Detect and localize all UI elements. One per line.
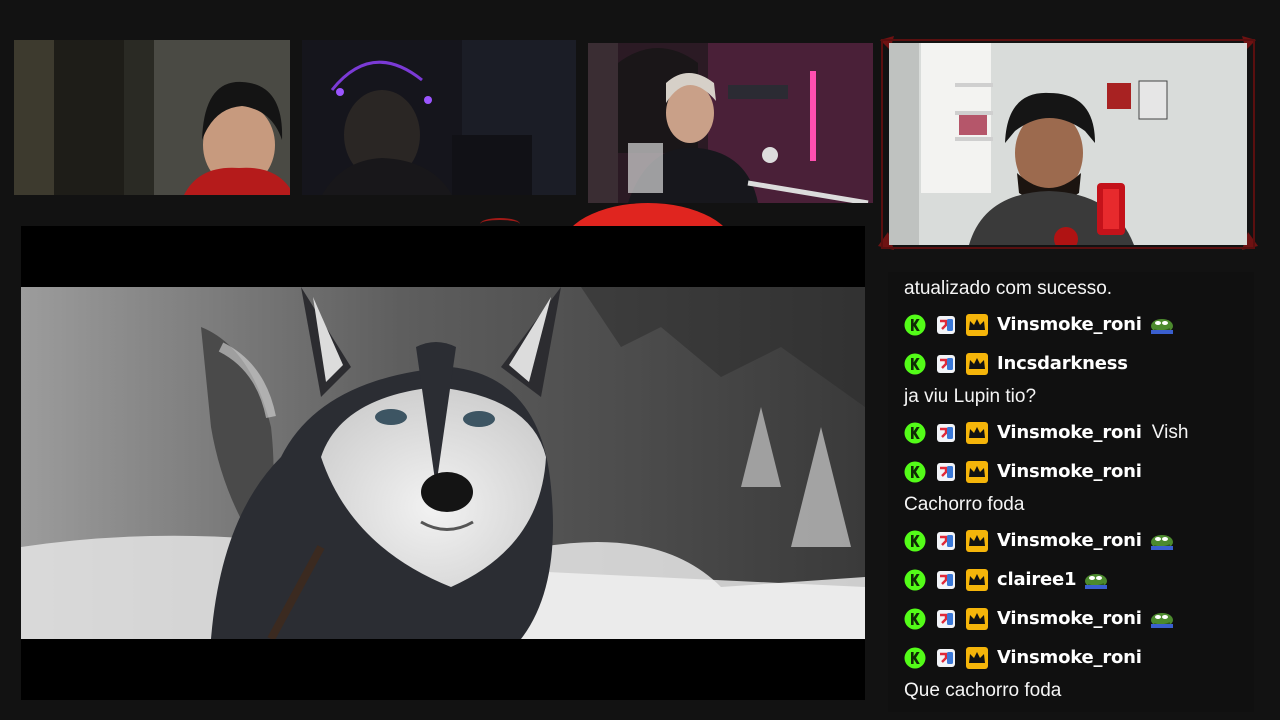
crown-badge-icon [966, 422, 988, 444]
kick-badge-icon [904, 608, 926, 630]
kick-badge-icon [904, 647, 926, 669]
chat-message-row: Vinsmoke_roni [904, 608, 1174, 630]
chat-username[interactable]: clairee1 [997, 569, 1077, 591]
kick-badge-icon [904, 461, 926, 483]
clip-badge-icon [935, 530, 957, 552]
clip-badge-icon [935, 353, 957, 375]
chat-message-text: atualizado com sucesso. [904, 278, 1113, 299]
kick-badge-icon [904, 530, 926, 552]
chat-message-row: Vinsmoke_roni [904, 461, 1142, 483]
chat-username[interactable]: Vinsmoke_roni [997, 647, 1142, 669]
pepe-emote-icon [1150, 610, 1174, 628]
pepe-emote-icon [1150, 316, 1174, 334]
webcam-feed-2 [302, 40, 576, 195]
crown-badge-icon [966, 353, 988, 375]
kick-badge-icon [904, 314, 926, 336]
clip-badge-icon [935, 569, 957, 591]
chat-message-text: Que cachorro foda [904, 680, 1062, 701]
pepe-emote-icon [1084, 571, 1108, 589]
chat-message-text: ja viu Lupin tio? [904, 386, 1037, 407]
webcam-feed-3 [588, 43, 873, 203]
chat-message-row: Vinsmoke_roni [904, 647, 1142, 669]
chat-message-row: Vinsmoke_roni [904, 314, 1174, 336]
crown-badge-icon [966, 647, 988, 669]
crown-badge-icon [966, 530, 988, 552]
clip-badge-icon [935, 422, 957, 444]
chat-panel[interactable]: atualizado com sucesso. Vinsmoke_roni In… [888, 272, 1254, 712]
chat-username[interactable]: Vinsmoke_roni [997, 461, 1142, 483]
kick-badge-icon [904, 422, 926, 444]
chat-message-row: Incsdarkness [904, 353, 1128, 375]
webcam-feed-1 [14, 40, 290, 195]
crown-badge-icon [966, 608, 988, 630]
video-player[interactable] [21, 226, 865, 700]
chat-username[interactable]: Vinsmoke_roni [997, 608, 1142, 630]
kick-badge-icon [904, 353, 926, 375]
clip-badge-icon [935, 461, 957, 483]
clip-badge-icon [935, 647, 957, 669]
clip-badge-icon [935, 608, 957, 630]
chat-message-body: Vish [1151, 422, 1189, 443]
crown-badge-icon [966, 461, 988, 483]
chat-message-row: Vinsmoke_roni [904, 530, 1174, 552]
pepe-emote-icon [1150, 532, 1174, 550]
chat-message-row: Vinsmoke_roni Vish [904, 422, 1188, 444]
chat-message-text: Cachorro foda [904, 494, 1025, 515]
clip-badge-icon [935, 314, 957, 336]
video-frame-husky [21, 287, 865, 639]
kick-badge-icon [904, 569, 926, 591]
chat-username[interactable]: Vinsmoke_roni [997, 530, 1142, 552]
chat-username[interactable]: Incsdarkness [997, 353, 1128, 375]
chat-username[interactable]: Vinsmoke_roni [997, 422, 1142, 444]
chat-username[interactable]: Vinsmoke_roni [997, 314, 1142, 336]
crown-badge-icon [966, 569, 988, 591]
chat-message-row: clairee1 [904, 569, 1108, 591]
crown-badge-icon [966, 314, 988, 336]
webcam-feed-4 [889, 43, 1247, 245]
